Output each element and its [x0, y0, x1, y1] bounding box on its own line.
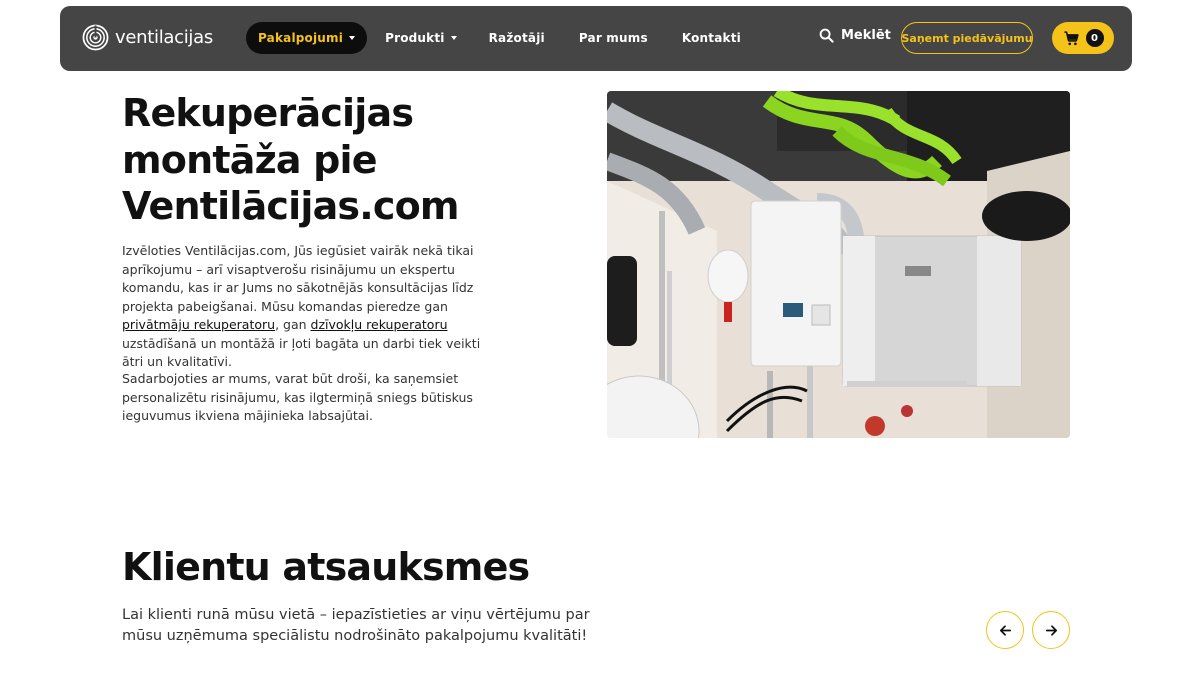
arrow-left-icon: [999, 624, 1011, 636]
hero-text-part: Izvēloties Ventilācijas.com, Jūs iegūsie…: [122, 243, 474, 314]
nav-item-label: Kontakti: [681, 31, 741, 45]
installation-photo-illustration: [607, 91, 1070, 438]
search-button[interactable]: Meklēt: [819, 28, 891, 43]
carousel-next-button[interactable]: [1032, 611, 1070, 649]
arrow-right-icon: [1045, 624, 1057, 636]
spiral-logo-icon: [82, 24, 109, 51]
carousel-prev-button[interactable]: [986, 611, 1024, 649]
shopping-cart-icon: [1063, 30, 1079, 45]
nav-item-kontakti[interactable]: Kontakti: [668, 22, 755, 54]
site-header: ventilacijas Pakalpojumi Produkti Ražotā…: [60, 6, 1132, 71]
apartment-recuperators-link[interactable]: dzīvokļu rekuperatoru: [311, 317, 448, 332]
private-house-recuperators-link[interactable]: privātmāju rekuperatoru: [122, 317, 275, 332]
nav-item-label: Par mums: [578, 31, 648, 45]
nav-item-razotaji[interactable]: Ražotāji: [475, 22, 559, 54]
nav-item-pakalpojumi[interactable]: Pakalpojumi: [246, 22, 368, 54]
nav-item-label: Pakalpojumi: [258, 31, 344, 45]
nav-item-produkti[interactable]: Produkti: [373, 22, 469, 54]
logo-text: ventilacijas: [115, 27, 213, 48]
testimonials-description: Lai klienti runā mūsu vietā – iepazīstie…: [122, 607, 590, 644]
hero-paragraph-1: Izvēloties Ventilācijas.com, Jūs iegūsie…: [122, 242, 504, 372]
installation-photo: [607, 91, 1070, 438]
page-title: Rekuperācijas montāža pie Ventilācijas.c…: [122, 91, 460, 228]
nav-item-label: Produkti: [385, 31, 445, 45]
cart-button[interactable]: 0: [1052, 22, 1114, 54]
search-label: Meklēt: [841, 28, 891, 43]
logo[interactable]: ventilacijas: [82, 24, 213, 51]
hero-paragraph-2: Sadarbojoties ar mums, varat būt droši, …: [122, 371, 473, 423]
search-icon: [819, 28, 834, 43]
cart-count-badge: 0: [1085, 29, 1104, 47]
main-nav: Pakalpojumi Produkti Ražotāji Par mums K…: [246, 22, 761, 54]
hero-text-part: uzstādīšanā un montāžā ir ļoti bagāta un…: [122, 335, 481, 370]
testimonials-title: Klientu atsauksmes: [122, 545, 530, 589]
get-quote-button[interactable]: Saņemt piedāvājumu: [901, 22, 1033, 54]
nav-item-par-mums[interactable]: Par mums: [565, 22, 662, 54]
chevron-down-icon: [450, 36, 457, 40]
chevron-down-icon: [349, 36, 356, 40]
hero-text-part: , gan: [275, 317, 311, 332]
nav-item-label: Ražotāji: [488, 31, 545, 45]
